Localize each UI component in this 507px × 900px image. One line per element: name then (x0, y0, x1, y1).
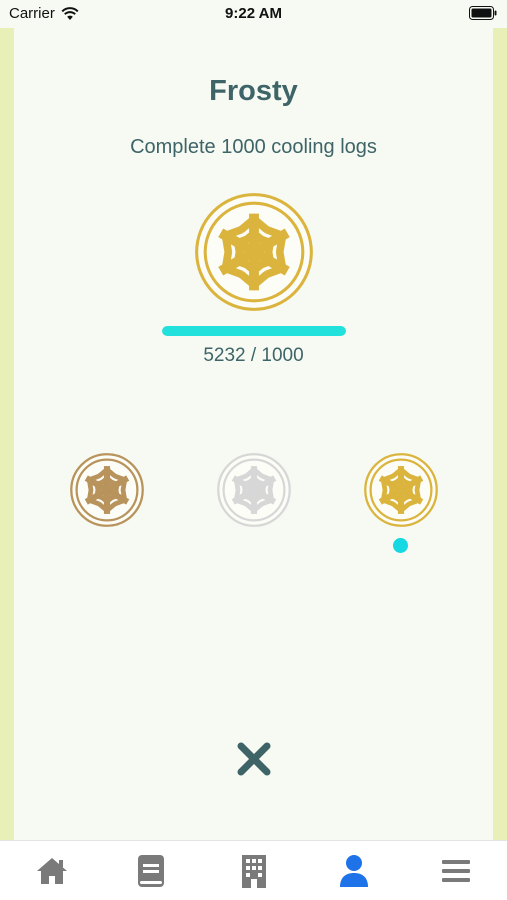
building-icon (242, 855, 266, 888)
gold-snowflake-icon[interactable] (363, 452, 439, 528)
tab-building[interactable] (234, 851, 274, 891)
achievement-title: Frosty (209, 75, 298, 107)
profile-icon (340, 855, 368, 887)
progress-count: 5232 / 1000 (203, 345, 304, 366)
achievement-description: Complete 1000 cooling logs (130, 136, 377, 158)
close-icon[interactable] (236, 741, 272, 777)
bronze-snowflake-icon[interactable] (69, 452, 145, 528)
tab-book[interactable] (131, 851, 171, 891)
home-icon (37, 858, 67, 884)
tab-bar (0, 840, 507, 900)
tab-profile[interactable] (334, 851, 374, 891)
menu-icon (442, 860, 470, 882)
progress-bar (162, 326, 346, 336)
status-bar: Carrier 9:22 AM (0, 0, 507, 28)
tab-menu[interactable] (436, 851, 476, 891)
silver-snowflake-icon[interactable] (216, 452, 292, 528)
status-time: 9:22 AM (225, 5, 282, 22)
tab-home[interactable] (32, 851, 72, 891)
selected-tier-indicator (393, 538, 408, 553)
progress-fill (162, 326, 346, 336)
achievement-panel: Frosty Complete 1000 cooling logs 5232 /… (14, 28, 493, 840)
battery-icon (469, 6, 497, 20)
snowflake-badge-icon (195, 193, 313, 311)
book-icon (138, 855, 164, 887)
